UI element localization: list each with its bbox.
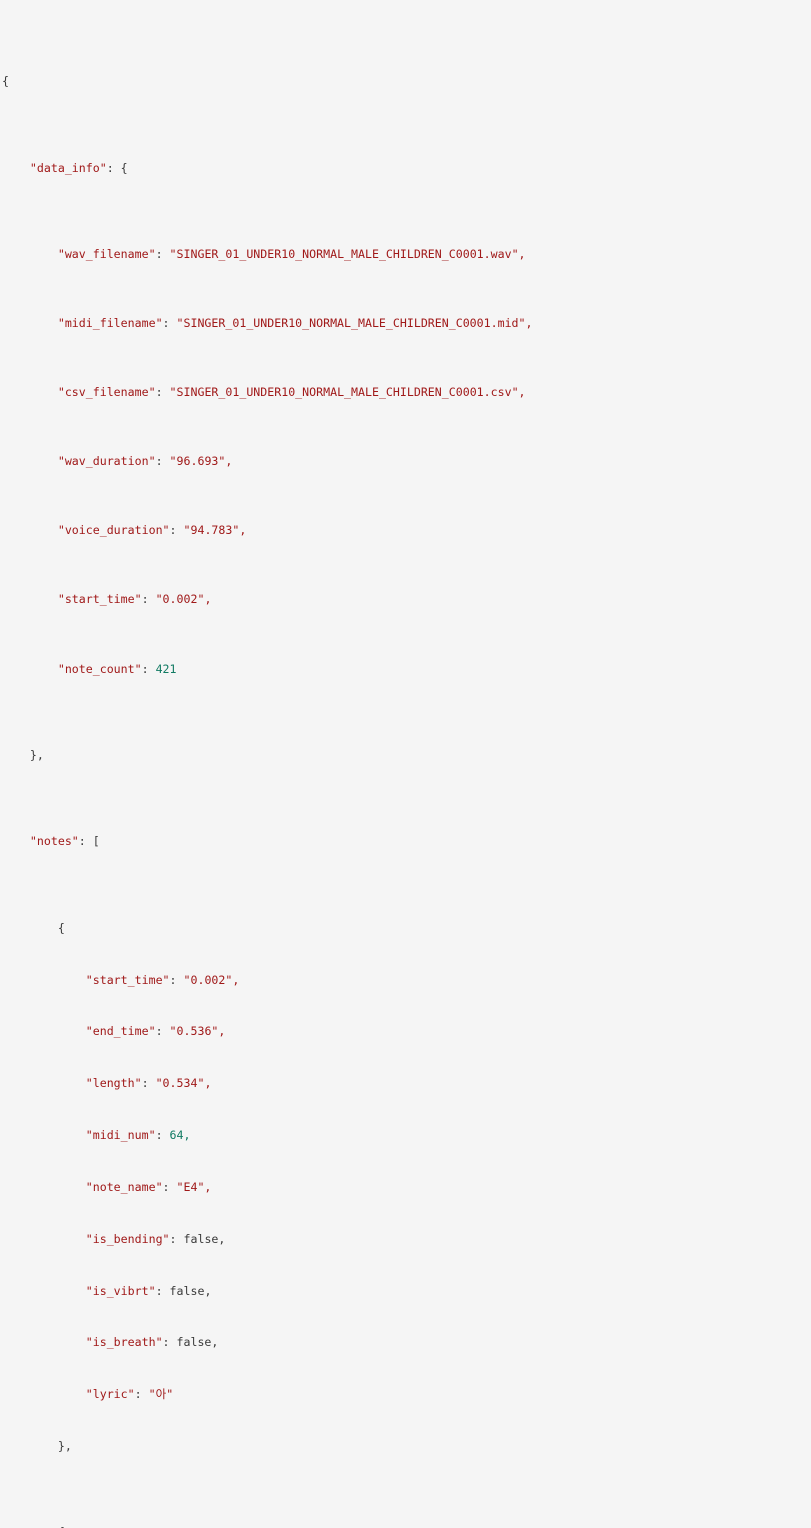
json-document-viewer[interactable]: { "data_info": { "wav_filename": "SINGER… bbox=[0, 0, 811, 1528]
json-line-wav-filename: "wav_filename": "SINGER_01_UNDER10_NORMA… bbox=[2, 246, 811, 263]
json-line-note-is-breath: "is_breath": false, bbox=[2, 1334, 811, 1351]
key-midi-filename: "midi_filename" bbox=[57, 316, 163, 331]
json-line-note-count: "note_count": 421 bbox=[2, 661, 811, 678]
bracket-open: [ bbox=[92, 834, 100, 849]
json-line-voice-duration: "voice_duration": "94.783", bbox=[2, 522, 811, 539]
json-line-note-is-vibrt: "is_vibrt": false, bbox=[2, 1283, 811, 1300]
colon: : bbox=[155, 1283, 170, 1298]
key-wav-filename: "wav_filename" bbox=[57, 246, 156, 261]
json-line-notes-open: "notes": [ bbox=[2, 833, 811, 850]
key-start-time: "start_time" bbox=[57, 592, 142, 607]
json-line-note-open: { bbox=[2, 1524, 811, 1528]
brace-open: { bbox=[2, 74, 9, 89]
value-length: "0.534", bbox=[155, 1076, 212, 1091]
json-line-csv-filename: "csv_filename": "SINGER_01_UNDER10_NORMA… bbox=[2, 384, 811, 401]
colon: : bbox=[155, 1128, 170, 1143]
value-start-time: "0.002", bbox=[183, 972, 240, 987]
colon: : bbox=[162, 1179, 177, 1194]
json-line-note-midi-num: "midi_num": 64, bbox=[2, 1127, 811, 1144]
value-wav-duration: "96.693", bbox=[169, 454, 233, 469]
key-midi-num: "midi_num" bbox=[85, 1128, 156, 1143]
colon: : bbox=[162, 316, 177, 331]
json-line-note-note-name: "note_name": "E4", bbox=[2, 1179, 811, 1196]
json-line-note-end-time: "end_time": "0.536", bbox=[2, 1023, 811, 1040]
key-voice-duration: "voice_duration" bbox=[57, 523, 170, 538]
key-is-bending: "is_bending" bbox=[85, 1231, 170, 1246]
json-line-note-close: }, bbox=[2, 1438, 811, 1455]
key-note-name: "note_name" bbox=[85, 1179, 163, 1194]
colon: : bbox=[155, 454, 170, 469]
json-line-wav-duration: "wav_duration": "96.693", bbox=[2, 453, 811, 470]
json-line-data-info-open: "data_info": { bbox=[2, 160, 811, 177]
key-lyric: "lyric" bbox=[85, 1387, 135, 1402]
colon: : bbox=[141, 592, 156, 607]
colon: : bbox=[169, 972, 184, 987]
key-data-info: "data_info" bbox=[29, 160, 107, 175]
colon: : bbox=[155, 246, 170, 261]
json-line-data-info-close: }, bbox=[2, 747, 811, 764]
value-lyric: "아" bbox=[148, 1387, 174, 1402]
colon: : bbox=[134, 1387, 149, 1402]
colon: : bbox=[162, 1335, 177, 1350]
value-is-bending: false, bbox=[183, 1231, 226, 1246]
json-line-start-time: "start_time": "0.002", bbox=[2, 591, 811, 608]
brace-close-comma: }, bbox=[57, 1439, 72, 1454]
colon: : bbox=[141, 1076, 156, 1091]
json-line-root-open: { bbox=[2, 73, 811, 90]
json-line-note-length: "length": "0.534", bbox=[2, 1075, 811, 1092]
value-wav-filename: "SINGER_01_UNDER10_NORMAL_MALE_CHILDREN_… bbox=[169, 246, 526, 261]
value-midi-filename: "SINGER_01_UNDER10_NORMAL_MALE_CHILDREN_… bbox=[176, 316, 533, 331]
colon: : bbox=[106, 160, 121, 175]
colon: : bbox=[155, 385, 170, 400]
key-length: "length" bbox=[85, 1076, 142, 1091]
colon: : bbox=[169, 1231, 184, 1246]
value-voice-duration: "94.783", bbox=[183, 523, 247, 538]
brace-open: { bbox=[120, 160, 128, 175]
key-is-breath: "is_breath" bbox=[85, 1335, 163, 1350]
value-midi-num: 64, bbox=[169, 1128, 191, 1143]
key-csv-filename: "csv_filename" bbox=[57, 385, 156, 400]
colon: : bbox=[78, 834, 93, 849]
json-line-note-start-time: "start_time": "0.002", bbox=[2, 972, 811, 989]
key-notes: "notes" bbox=[29, 834, 79, 849]
colon: : bbox=[141, 661, 156, 676]
colon: : bbox=[155, 1024, 170, 1039]
value-note-name: "E4", bbox=[176, 1179, 212, 1194]
key-end-time: "end_time" bbox=[85, 1024, 156, 1039]
brace-close-comma: }, bbox=[29, 747, 44, 762]
brace-open: { bbox=[57, 920, 65, 935]
value-is-breath: false, bbox=[176, 1335, 219, 1350]
json-line-note-lyric: "lyric": "아" bbox=[2, 1386, 811, 1403]
value-end-time: "0.536", bbox=[169, 1024, 226, 1039]
key-wav-duration: "wav_duration" bbox=[57, 454, 156, 469]
key-is-vibrt: "is_vibrt" bbox=[85, 1283, 156, 1298]
value-note-count: 421 bbox=[155, 661, 177, 676]
value-start-time: "0.002", bbox=[155, 592, 212, 607]
colon: : bbox=[169, 523, 184, 538]
key-start-time: "start_time" bbox=[85, 972, 170, 987]
json-line-note-is-bending: "is_bending": false, bbox=[2, 1231, 811, 1248]
brace-open: { bbox=[58, 1525, 65, 1528]
key-note-count: "note_count" bbox=[57, 661, 142, 676]
value-is-vibrt: false, bbox=[169, 1283, 212, 1298]
json-line-midi-filename: "midi_filename": "SINGER_01_UNDER10_NORM… bbox=[2, 315, 811, 332]
json-line-note-open: { bbox=[2, 920, 811, 937]
value-csv-filename: "SINGER_01_UNDER10_NORMAL_MALE_CHILDREN_… bbox=[169, 385, 526, 400]
